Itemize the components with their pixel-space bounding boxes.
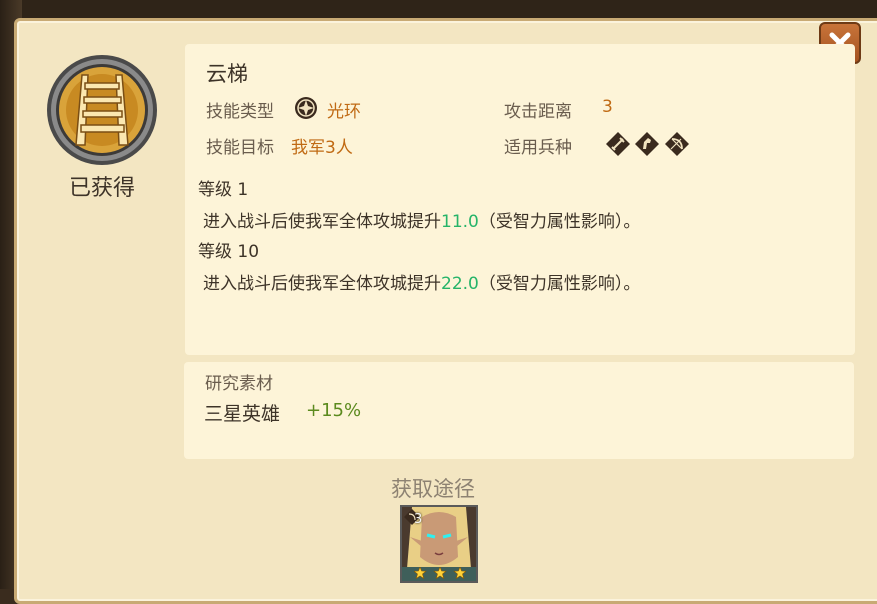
- attack-range-label: 攻击距离: [504, 102, 572, 122]
- research-material: 三星英雄: [204, 403, 281, 425]
- skill-type-label: 技能类型: [206, 102, 274, 122]
- hero-portrait[interactable]: [400, 505, 478, 583]
- level-1-description: 进入战斗后使我军全体攻城提升11.0（受智力属性影响）。: [203, 212, 641, 232]
- source-title: 获取途径: [391, 477, 475, 501]
- aura-icon: [295, 97, 317, 119]
- unit-types-label: 适用兵种: [504, 138, 572, 158]
- ladder-skill-icon: [47, 55, 157, 165]
- level-1-value: 11.0: [441, 212, 479, 232]
- attack-range-value: 3: [602, 97, 613, 117]
- research-bonus: +15%: [306, 400, 362, 421]
- horse-icon: [635, 132, 659, 156]
- level-10-label: 等级 10: [198, 242, 260, 262]
- skill-target-value: 我军3人: [291, 138, 353, 158]
- skill-info-card: [185, 44, 855, 355]
- research-title: 研究素材: [205, 374, 273, 394]
- hero-stars: [414, 567, 466, 579]
- skill-target-label: 技能目标: [206, 138, 274, 158]
- bow-icon: [665, 132, 689, 156]
- skill-name: 云梯: [206, 62, 248, 86]
- acquired-status: 已获得: [68, 176, 135, 201]
- hero-level: 3: [414, 512, 423, 527]
- level-10-value: 22.0: [441, 274, 479, 294]
- sword-icon: [606, 132, 630, 156]
- level-10-description: 进入战斗后使我军全体攻城提升22.0（受智力属性影响）。: [203, 274, 641, 294]
- research-material-card: [184, 362, 854, 459]
- level-1-label: 等级 1: [198, 180, 249, 200]
- skill-type-value: 光环: [327, 102, 361, 122]
